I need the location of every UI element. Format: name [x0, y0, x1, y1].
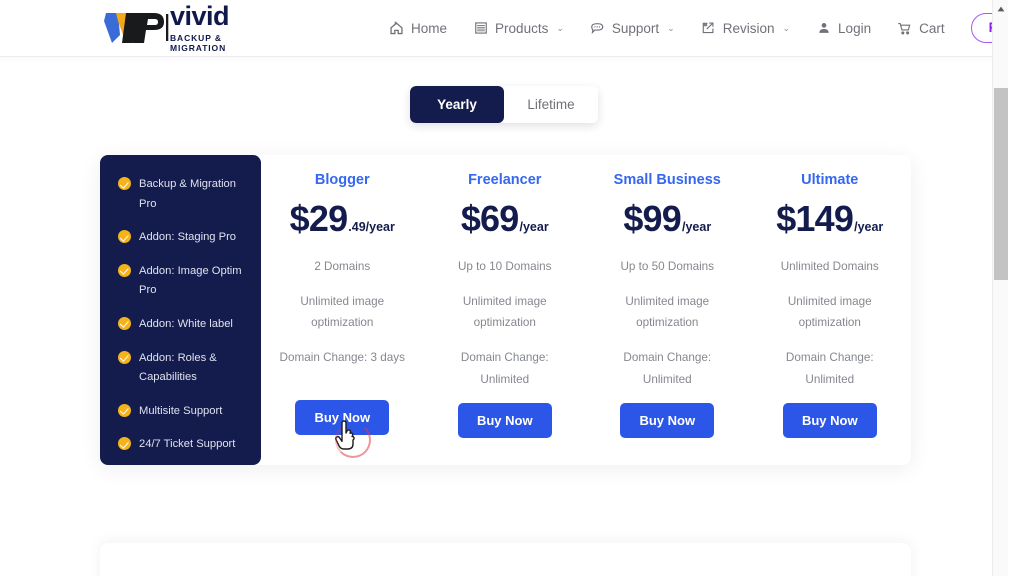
feature-label: Multisite Support: [139, 404, 223, 417]
feature-item: Addon: White label: [118, 315, 247, 335]
wp-logo-icon: [102, 11, 172, 45]
site-logo[interactable]: vivid BACKUP & MIGRATION: [102, 3, 230, 53]
plan-price-main: $99: [623, 198, 681, 239]
list-icon: [473, 21, 488, 36]
check-circle-icon: [118, 230, 131, 244]
chevron-down-icon: ⌄: [556, 22, 564, 33]
plan-name: Small Business: [613, 172, 721, 188]
buy-now-button-small-business[interactable]: Buy Now: [620, 403, 715, 439]
nav-item-products[interactable]: Products ⌄: [473, 21, 564, 36]
feature-item: Addon: Image Optim Pro: [118, 262, 247, 301]
plan-name: Freelancer: [468, 172, 542, 188]
plan-optimization: Unlimited image optimization: [787, 294, 872, 330]
plan-price: $149 /year: [776, 201, 883, 237]
plan-price-suffix: .49/year: [348, 220, 395, 234]
feature-label: Backup & Migration Pro: [139, 178, 237, 210]
plan-column-blogger: Blogger $29 .49/year 2 Domains Unlimited…: [261, 155, 424, 465]
edit-square-icon: [701, 21, 716, 36]
nav-item-login[interactable]: Login: [816, 21, 871, 36]
nav-item-revision[interactable]: Revision ⌄: [701, 21, 790, 36]
billing-toggle: Yearly Lifetime: [410, 86, 598, 123]
main-navigation: Home Products ⌄ Support ⌄ Revision ⌄ Log…: [389, 13, 1008, 43]
chat-bubble-icon: [590, 21, 605, 36]
feature-item: Backup & Migration Pro: [118, 175, 247, 214]
nav-item-home[interactable]: Home: [389, 21, 447, 36]
pricing-table: Backup & Migration Pro Addon: Staging Pr…: [100, 155, 911, 465]
plan-price-main: $29: [289, 198, 348, 239]
plan-optimization: Unlimited image optimization: [625, 294, 710, 330]
logo-wordmark: vivid: [170, 1, 230, 31]
page-scrollbar[interactable]: [992, 0, 1008, 576]
check-circle-icon: [118, 403, 131, 417]
nav-label-revision: Revision: [722, 20, 775, 36]
header-shadow-tint: [0, 57, 1008, 64]
plan-price-suffix: /year: [519, 220, 549, 234]
site-header: vivid BACKUP & MIGRATION Home Products ⌄…: [0, 0, 1008, 57]
plan-optimization: Unlimited image optimization: [462, 294, 547, 330]
feature-label: 24/7 Ticket Support: [139, 438, 236, 451]
feature-label: Addon: White label: [139, 317, 233, 330]
nav-label-cart: Cart: [919, 20, 945, 36]
home-icon: [389, 21, 404, 36]
plan-name: Ultimate: [801, 172, 859, 188]
feature-item: Multisite Support: [118, 402, 247, 422]
feature-label: Addon: Roles & Capabilities: [139, 351, 217, 384]
check-circle-icon: [118, 437, 131, 451]
feature-item: 24/7 Ticket Support: [118, 435, 247, 455]
plan-domain-change: Domain Change: Unlimited: [460, 350, 549, 386]
plan-price-main: $69: [460, 198, 519, 239]
scroll-up-arrow-icon[interactable]: [993, 0, 1008, 17]
feature-label: Addon: Staging Pro: [139, 231, 237, 244]
plan-domains: Unlimited Domains: [780, 260, 879, 273]
billing-toggle-wrapper: Yearly Lifetime: [0, 86, 1008, 123]
plan-price: $69 /year: [461, 201, 549, 237]
chevron-down-icon: ⌄: [667, 22, 675, 33]
plan-price: $29 .49/year: [290, 201, 395, 237]
buy-now-button-blogger[interactable]: Buy Now: [295, 400, 390, 435]
features-panel: Backup & Migration Pro Addon: Staging Pr…: [100, 155, 261, 465]
nav-label-login: Login: [838, 20, 872, 36]
buy-now-button-freelancer[interactable]: Buy Now: [457, 403, 552, 439]
plan-name: Blogger: [314, 172, 370, 188]
nav-label-support: Support: [611, 20, 660, 36]
nav-label-products: Products: [495, 20, 549, 36]
user-icon: [816, 21, 831, 36]
toggle-option-yearly[interactable]: Yearly: [410, 86, 504, 123]
plan-price-suffix: /year: [681, 220, 712, 234]
check-circle-icon: [118, 263, 131, 277]
money-back-guarantee-banner: 30 DAY 100% MONEY BACK GUARANTEE - ZERO …: [100, 543, 911, 576]
check-circle-icon: [118, 177, 131, 190]
plan-price-main: $149: [776, 198, 854, 239]
check-circle-icon: [118, 350, 131, 364]
logo-tagline: BACKUP & MIGRATION: [170, 33, 227, 53]
cart-icon: [897, 21, 912, 36]
plan-domain-change: Domain Change: Unlimited: [623, 350, 712, 386]
plan-column-freelancer: Freelancer $69 /year Up to 10 Domains Un…: [424, 155, 587, 465]
nav-item-support[interactable]: Support ⌄: [590, 21, 675, 36]
plan-domains: 2 Domains: [314, 260, 371, 273]
plan-domain-change: Domain Change: Unlimited: [785, 350, 874, 386]
scrollbar-thumb[interactable]: [994, 88, 1008, 280]
feature-label: Addon: Image Optim Pro: [139, 264, 242, 297]
plan-price: $99 /year: [623, 201, 711, 237]
chevron-down-icon: ⌄: [782, 22, 791, 33]
plan-domains: Up to 50 Domains: [620, 260, 715, 273]
nav-label-home: Home: [411, 20, 448, 36]
toggle-option-lifetime[interactable]: Lifetime: [504, 86, 598, 123]
feature-item: Addon: Staging Pro: [118, 228, 247, 248]
plan-domain-change: Domain Change: 3 days: [279, 350, 405, 364]
buy-now-button-ultimate[interactable]: Buy Now: [782, 403, 877, 439]
page-viewport: vivid BACKUP & MIGRATION Home Products ⌄…: [0, 0, 1008, 576]
nav-item-cart[interactable]: Cart: [897, 21, 945, 36]
plan-price-suffix: /year: [854, 220, 884, 234]
plan-domains: Up to 10 Domains: [457, 260, 552, 273]
plan-columns: Blogger $29 .49/year 2 Domains Unlimited…: [261, 155, 911, 465]
plan-column-ultimate: Ultimate $149 /year Unlimited Domains Un…: [749, 155, 912, 465]
check-circle-icon: [118, 316, 131, 330]
feature-item: Addon: Roles & Capabilities: [118, 349, 247, 388]
plan-column-small-business: Small Business $99 /year Up to 50 Domain…: [586, 155, 749, 465]
plan-optimization: Unlimited image optimization: [300, 294, 385, 330]
